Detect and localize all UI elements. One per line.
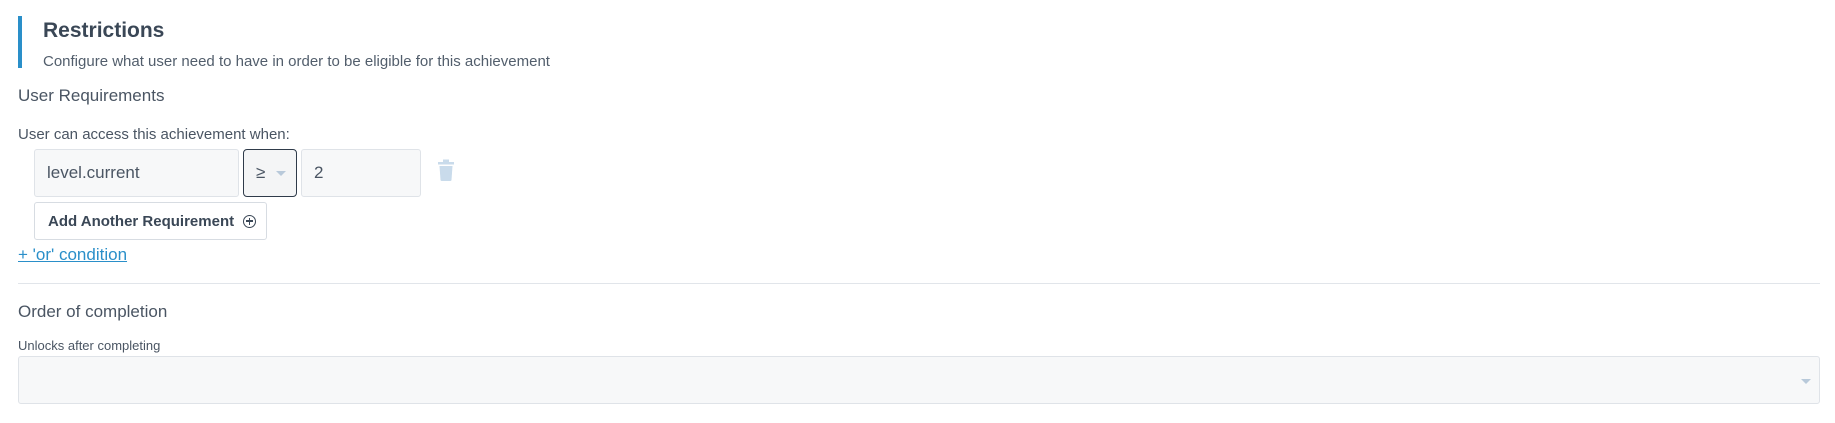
- restrictions-page: Restrictions Configure what user need to…: [0, 0, 1835, 423]
- or-condition-link[interactable]: + 'or' condition: [18, 245, 127, 265]
- unlocks-after-label: Unlocks after completing: [18, 338, 161, 353]
- order-of-completion-title: Order of completion: [18, 302, 168, 321]
- requirement-key-input[interactable]: level.current: [34, 149, 239, 197]
- section-description: Configure what user need to have in orde…: [43, 53, 550, 70]
- section-title: Restrictions: [43, 19, 165, 42]
- add-requirement-label: Add Another Requirement: [48, 212, 235, 230]
- user-requirements-title: User Requirements: [18, 86, 165, 105]
- trash-icon[interactable]: [438, 159, 454, 181]
- add-requirement-button[interactable]: Add Another Requirement: [34, 202, 267, 240]
- requirement-value-input[interactable]: 2: [301, 149, 421, 197]
- requirement-row: level.current ≥ 2: [34, 149, 454, 197]
- chevron-down-icon: [1801, 379, 1811, 384]
- restrictions-header: Restrictions Configure what user need to…: [18, 16, 550, 70]
- operator-select[interactable]: ≥: [243, 149, 297, 197]
- section-divider: [18, 283, 1820, 284]
- unlocks-after-select[interactable]: [18, 356, 1820, 404]
- plus-circle-icon: [243, 214, 256, 228]
- operator-value: ≥: [256, 163, 266, 182]
- chevron-down-icon: [276, 170, 286, 176]
- access-condition-label: User can access this achievement when:: [18, 126, 290, 143]
